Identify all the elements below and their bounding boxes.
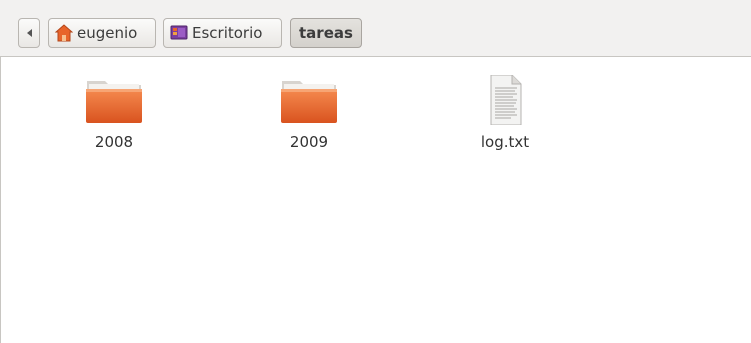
file-view[interactable]: 2008 2009 log.txt — [0, 57, 751, 343]
folder-icon — [86, 81, 142, 123]
folder-item[interactable]: 2008 — [69, 75, 159, 151]
breadcrumb-escritorio[interactable]: Escritorio — [163, 18, 282, 48]
file-name: 2009 — [289, 133, 329, 151]
file-item[interactable]: log.txt — [460, 75, 550, 151]
breadcrumb-label: Escritorio — [192, 24, 263, 42]
file-name: 2008 — [94, 133, 134, 151]
folder-item[interactable]: 2009 — [264, 75, 354, 151]
location-toolbar: eugenio Escritorio tareas — [0, 0, 751, 57]
breadcrumb-label: tareas — [299, 24, 353, 42]
file-name: log.txt — [480, 133, 530, 151]
home-folder-icon — [55, 24, 73, 42]
file-manager-window: eugenio Escritorio tareas 2008 2009 log.… — [0, 0, 751, 343]
left-arrow-icon — [26, 29, 32, 37]
desktop-icon — [170, 25, 188, 40]
breadcrumb-eugenio[interactable]: eugenio — [48, 18, 156, 48]
folder-icon — [281, 81, 337, 123]
breadcrumb-label: eugenio — [77, 24, 138, 42]
breadcrumb-tareas[interactable]: tareas — [290, 18, 362, 48]
back-button[interactable] — [18, 18, 40, 48]
text-file-icon — [490, 75, 522, 125]
